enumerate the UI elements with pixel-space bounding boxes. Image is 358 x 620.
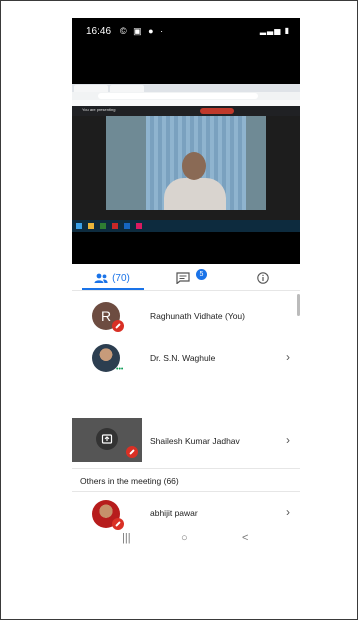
chevron-right-icon[interactable]: › — [286, 505, 290, 519]
person-head — [182, 152, 206, 180]
chat-badge: 5 — [196, 269, 207, 280]
taskbar-app-icon — [136, 223, 142, 229]
browser-tab — [74, 85, 108, 92]
notification-icons: © ▣ ● · — [120, 26, 166, 36]
participants-list: R Raghunath Vidhate (You) ••• Dr. S.N. W… — [72, 290, 300, 548]
scrollbar[interactable] — [297, 294, 300, 316]
taskbar-app-icon — [88, 223, 94, 229]
people-icon — [94, 273, 108, 283]
home-button[interactable]: ○ — [181, 532, 188, 544]
present-screen-icon — [96, 428, 118, 450]
tab-info[interactable] — [248, 266, 278, 290]
others-section-title: Others in the meeting (66) — [80, 476, 179, 486]
windows-taskbar — [72, 220, 300, 232]
divider — [72, 468, 300, 469]
meeting-tabs: (70) 5 — [72, 264, 300, 290]
signal-battery-icon: ▂▃▅ ▮ — [259, 26, 290, 35]
chevron-right-icon[interactable]: › — [286, 433, 290, 447]
url-box — [98, 93, 258, 99]
stop-presenting-chip — [200, 108, 234, 114]
taskbar-app-icon — [100, 223, 106, 229]
browser-tab — [110, 85, 144, 92]
browser-address-bar — [72, 92, 300, 100]
taskbar-app-icon — [112, 223, 118, 229]
info-icon — [257, 272, 269, 284]
taskbar-app-icon — [124, 223, 130, 229]
people-count: (70) — [112, 272, 130, 284]
status-bar: 16:46 © ▣ ● · ▂▃▅ ▮ — [72, 18, 300, 46]
presenting-text: You are presenting — [82, 107, 116, 112]
chat-icon — [176, 272, 190, 285]
mic-off-icon — [126, 446, 138, 458]
start-icon — [76, 223, 82, 229]
phone-screen: 16:46 © ▣ ● · ▂▃▅ ▮ You are presenting (… — [72, 18, 300, 550]
participant-name: Dr. S.N. Waghule — [150, 353, 216, 363]
participant-name: Raghunath Vidhate (You) — [150, 311, 245, 321]
android-nav-bar: ||| ○ < — [72, 530, 300, 550]
browser-tab-strip — [72, 84, 300, 92]
tab-chat[interactable]: 5 — [168, 266, 208, 290]
participant-name: abhijit pawar — [150, 508, 198, 518]
more-options-icon[interactable]: ••• — [116, 366, 123, 373]
back-button[interactable]: < — [242, 532, 248, 544]
presenter-video — [106, 116, 266, 210]
tab-people[interactable]: (70) — [84, 266, 140, 290]
shared-screen[interactable]: You are presenting — [72, 46, 300, 264]
divider — [72, 491, 300, 492]
divider — [72, 290, 300, 291]
chevron-right-icon[interactable]: › — [286, 350, 290, 364]
mic-off-icon — [112, 320, 124, 332]
shared-desktop: You are presenting — [72, 84, 300, 232]
status-time: 16:46 — [86, 26, 112, 37]
mic-off-icon — [112, 518, 124, 530]
meet-presenting-bar: You are presenting — [72, 106, 300, 116]
person-body — [164, 178, 226, 210]
recents-button[interactable]: ||| — [122, 532, 131, 544]
participant-name: Shailesh Kumar Jadhav — [150, 436, 240, 446]
